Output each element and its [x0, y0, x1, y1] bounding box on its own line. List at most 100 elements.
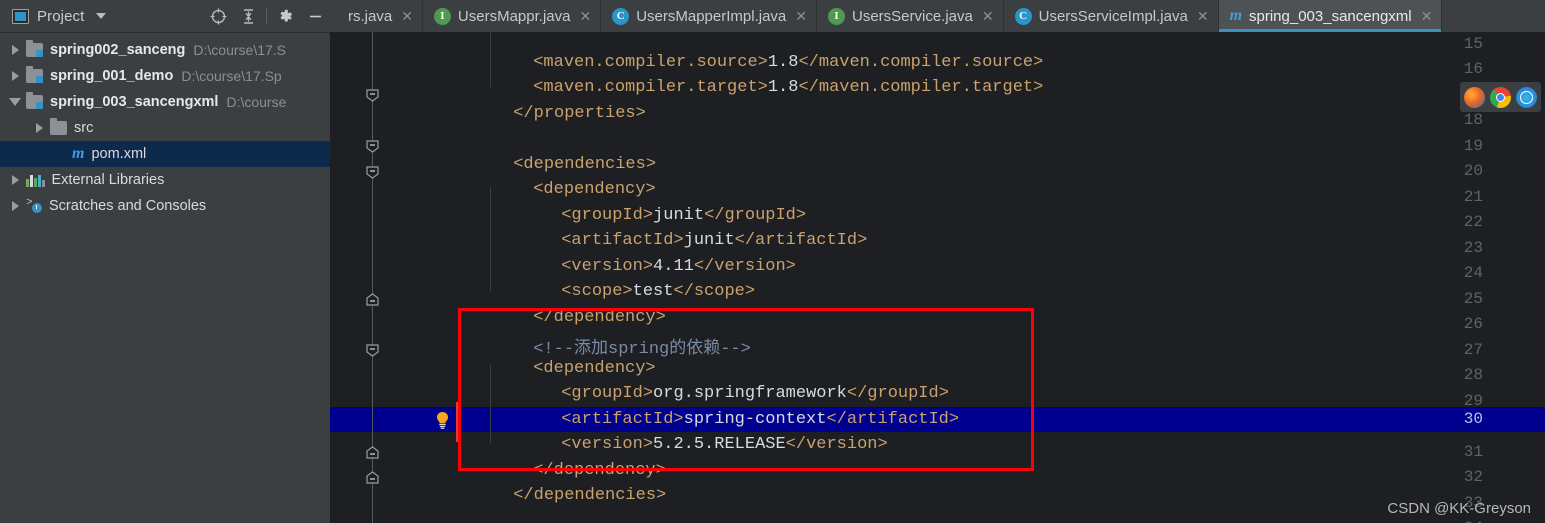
fold-marker-collapse[interactable]	[365, 470, 380, 485]
code-line[interactable]: </properties>	[452, 85, 646, 142]
tree-item-label: spring002_sanceng	[50, 42, 186, 58]
editor-tab[interactable]: I UsersService.java ✕	[817, 0, 1004, 32]
project-panel: Project spring002_sanceng D:\course\17.S…	[0, 0, 330, 523]
line-number: 19	[1463, 137, 1483, 155]
code-line[interactable]: </dependencies>	[452, 467, 666, 523]
interface-icon: I	[433, 7, 451, 25]
line-number: 20	[1463, 162, 1483, 180]
minimize-icon[interactable]	[300, 1, 330, 31]
tab-label: spring_003_sancengxml	[1249, 7, 1412, 25]
close-icon[interactable]: ✕	[982, 9, 994, 23]
tree-row-external-libraries[interactable]: External Libraries	[0, 167, 330, 193]
safari-icon[interactable]	[1516, 86, 1537, 108]
editor-tab[interactable]: I UsersMappr.java ✕	[423, 0, 602, 32]
expand-arrow-icon[interactable]	[4, 201, 26, 211]
watermark: CSDN @KK-Greyson	[1387, 500, 1531, 517]
expand-arrow-icon[interactable]	[28, 123, 50, 133]
settings-gear-icon[interactable]	[270, 1, 300, 31]
close-icon[interactable]: ✕	[1421, 9, 1433, 23]
project-panel-title: Project	[37, 7, 85, 25]
xml-tag-close: </scope>	[673, 282, 756, 301]
tree-row-module[interactable]: spring002_sanceng D:\course\17.S	[0, 37, 330, 63]
class-icon: C	[1014, 7, 1032, 25]
xml-tag-close: </maven.compiler.target>	[798, 78, 1044, 97]
tree-item-label: Scratches and Consoles	[49, 198, 207, 214]
code-editor[interactable]: 15 16 17 18 19 20 21 22 23 24 25 26 27 2…	[330, 32, 1545, 523]
close-icon[interactable]: ✕	[401, 9, 413, 23]
project-panel-header: Project	[0, 0, 330, 33]
line-number: 32	[1463, 468, 1483, 486]
intention-bulb-icon[interactable]	[435, 411, 450, 430]
line-number: 34	[1443, 519, 1483, 523]
line-number: 22	[1463, 213, 1483, 231]
firefox-icon[interactable]	[1464, 86, 1485, 108]
tab-label: UsersServiceImpl.java	[1038, 7, 1188, 25]
line-number: 16	[1463, 60, 1483, 78]
class-icon: C	[612, 7, 630, 25]
line-number: 27	[1463, 341, 1483, 359]
scratches-icon: >_	[26, 197, 42, 213]
line-number: 25	[1463, 290, 1483, 308]
close-icon[interactable]: ✕	[1197, 9, 1209, 23]
line-number: 26	[1463, 315, 1483, 333]
xml-tag-close: </version>	[785, 435, 888, 454]
toolbar-divider	[266, 7, 267, 25]
chrome-icon[interactable]	[1490, 86, 1511, 108]
collapse-all-icon[interactable]	[233, 1, 263, 31]
line-number: 18	[1463, 111, 1483, 129]
line-number: 15	[1463, 35, 1483, 53]
close-icon[interactable]: ✕	[795, 9, 807, 23]
fold-marker-collapse[interactable]	[365, 88, 380, 103]
tree-item-label: spring_003_sancengxml	[50, 94, 219, 110]
tree-row-src[interactable]: src	[0, 115, 330, 141]
line-number: 24	[1463, 264, 1483, 282]
tree-row-module[interactable]: spring_001_demo D:\course\17.Sp	[0, 63, 330, 89]
editor-tab[interactable]: rs.java ✕	[330, 0, 423, 32]
module-folder-icon	[26, 66, 43, 83]
line-number: 23	[1463, 239, 1483, 257]
close-icon[interactable]: ✕	[579, 9, 591, 23]
tree-item-label: pom.xml	[91, 146, 147, 162]
line-number: 31	[1463, 443, 1483, 461]
libraries-icon	[26, 174, 45, 187]
xml-tag-close: </dependencies>	[513, 486, 667, 505]
editor-tab-active[interactable]: m spring_003_sancengxml ✕	[1218, 0, 1443, 32]
tree-item-path: D:\course	[226, 94, 287, 110]
tree-item-label: External Libraries	[51, 172, 165, 188]
tree-item-path: D:\course\17.Sp	[181, 68, 282, 84]
line-number: 29	[1463, 392, 1483, 410]
tree-row-scratches[interactable]: >_ Scratches and Consoles	[0, 193, 330, 219]
expand-arrow-icon[interactable]	[4, 45, 26, 55]
fold-marker-collapse[interactable]	[365, 445, 380, 460]
tab-label: UsersMappr.java	[457, 7, 571, 25]
idea-window: Project spring002_sanceng D:\course\17.S…	[0, 0, 1545, 523]
locate-icon[interactable]	[203, 1, 233, 31]
fold-marker-collapse[interactable]	[365, 139, 380, 154]
xml-text: 5.2.5.RELEASE	[653, 435, 786, 454]
editor-tab[interactable]: C UsersMapperImpl.java ✕	[601, 0, 817, 32]
expand-arrow-icon[interactable]	[4, 175, 26, 185]
xml-tag-close: </properties>	[513, 104, 646, 123]
vcs-change-marker	[456, 402, 460, 442]
xml-text: 1.8	[767, 78, 799, 97]
tree-item-path: D:\course\17.S	[193, 42, 287, 58]
editor-tab-bar: rs.java ✕ I UsersMappr.java ✕ C UsersMap…	[330, 0, 1545, 32]
editor-tab[interactable]: C UsersServiceImpl.java ✕	[1004, 0, 1219, 32]
expand-arrow-icon[interactable]	[4, 71, 26, 81]
fold-marker-collapse[interactable]	[365, 292, 380, 307]
line-number: 21	[1463, 188, 1483, 206]
tree-row-pom-xml[interactable]: m pom.xml	[0, 141, 330, 167]
browser-preview-toolbar	[1460, 82, 1541, 112]
chevron-down-icon[interactable]	[96, 13, 107, 19]
fold-marker-collapse[interactable]	[365, 165, 380, 180]
tree-row-module[interactable]: spring_003_sancengxml D:\course	[0, 89, 330, 115]
tree-item-label: src	[74, 120, 94, 136]
project-icon	[12, 8, 29, 24]
line-number-current: 30	[1463, 410, 1483, 428]
module-folder-icon	[26, 92, 43, 109]
tab-label: UsersService.java	[852, 7, 973, 25]
project-tree: spring002_sanceng D:\course\17.S spring_…	[0, 33, 330, 219]
module-folder-icon	[26, 40, 43, 57]
fold-marker-collapse[interactable]	[365, 343, 380, 358]
collapse-arrow-icon[interactable]	[4, 98, 26, 106]
